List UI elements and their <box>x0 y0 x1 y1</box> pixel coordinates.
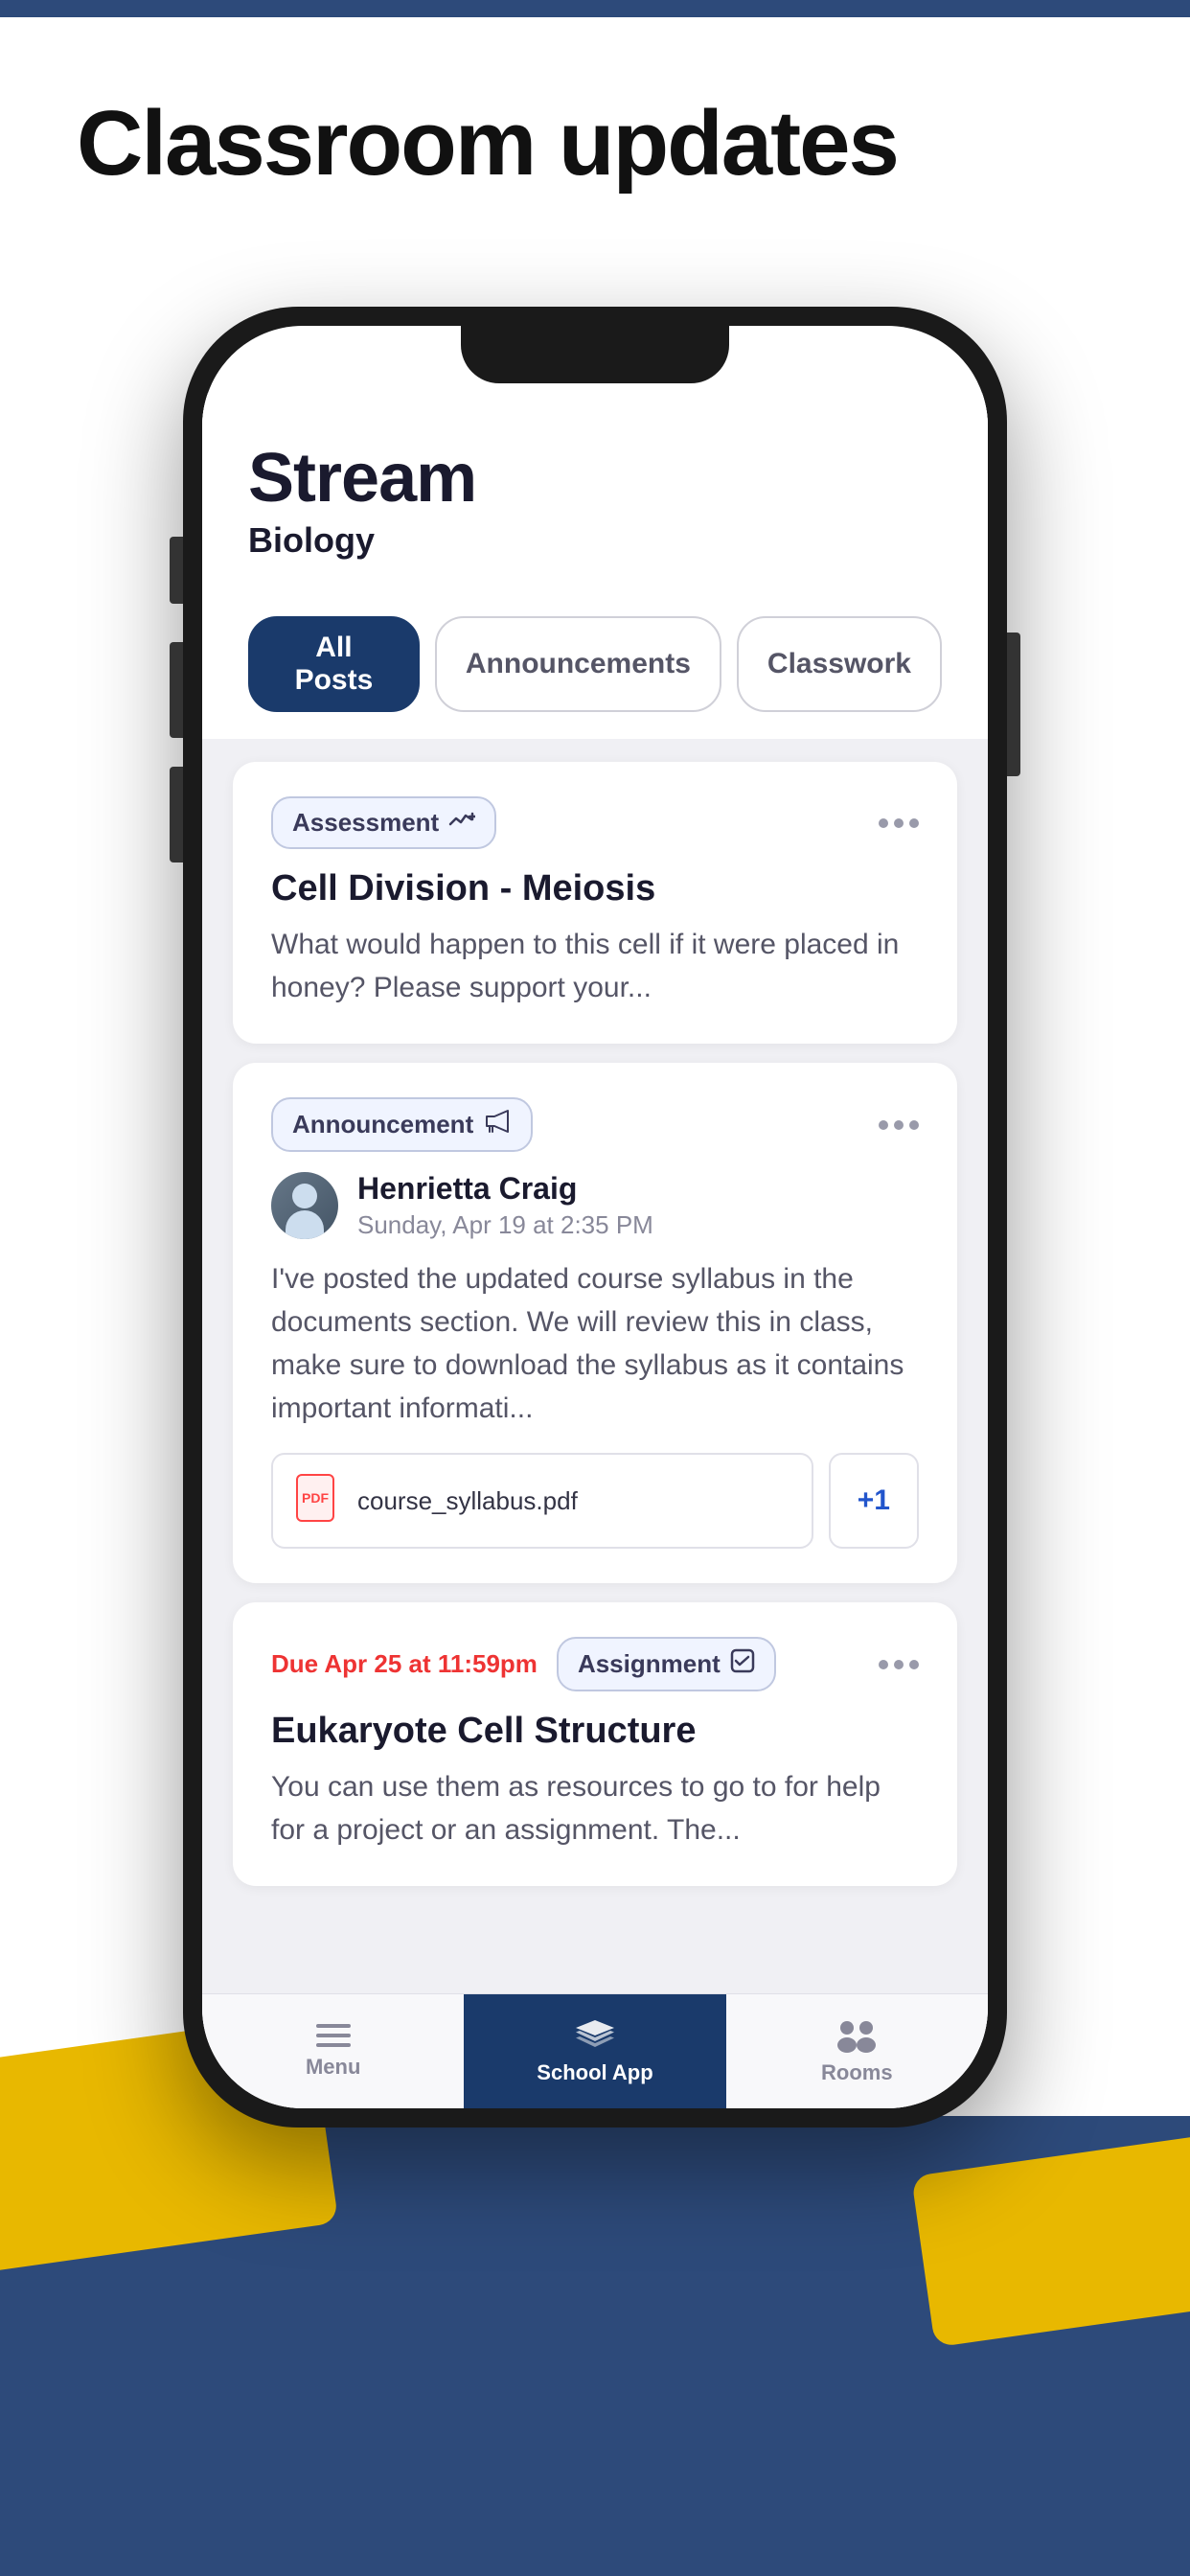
megaphone-icon <box>483 1109 512 1140</box>
assessment-tag: Assessment <box>271 796 496 849</box>
announcement-card[interactable]: Announcement <box>233 1063 957 1583</box>
nav-school-app[interactable]: School App <box>464 1994 725 2108</box>
assignment-tags: Due Apr 25 at 11:59pm Assignment <box>271 1637 776 1691</box>
stream-header: Stream Biology <box>202 393 988 589</box>
more-options-button-assign[interactable] <box>879 1660 919 1669</box>
author-name: Henrietta Craig <box>357 1171 653 1207</box>
assessment-card-body: What would happen to this cell if it wer… <box>271 923 919 1009</box>
assessment-card[interactable]: Assessment <box>233 762 957 1044</box>
nav-menu[interactable]: Menu <box>202 1994 464 2108</box>
announcement-header-row: Announcement <box>271 1097 919 1152</box>
bottom-nav: Menu School App <box>202 1993 988 2108</box>
dot-s2 <box>894 1660 904 1669</box>
dot-a2 <box>894 1120 904 1130</box>
menu-label: Menu <box>306 2055 360 2080</box>
power-button <box>1007 632 1020 776</box>
assignment-header-row: Due Apr 25 at 11:59pm Assignment <box>271 1637 919 1691</box>
top-bar <box>0 0 1190 17</box>
avatar-image <box>271 1172 338 1239</box>
rooms-label: Rooms <box>821 2060 893 2085</box>
attachment-file[interactable]: PDF course_syllabus.pdf <box>271 1453 813 1549</box>
bottom-background <box>0 2116 1190 2576</box>
hamburger-line-2 <box>316 2034 351 2037</box>
school-app-label: School App <box>537 2060 652 2085</box>
pdf-icon: PDF <box>296 1474 342 1528</box>
more-options-button[interactable] <box>879 818 919 828</box>
cards-area: Assessment <box>202 739 988 1909</box>
attachment-filename: course_syllabus.pdf <box>357 1486 578 1516</box>
filter-tabs: All Posts Announcements Classwork <box>202 589 988 739</box>
assignment-tag: Assignment <box>557 1637 776 1691</box>
announcement-body: I've posted the updated course syllabus … <box>271 1257 919 1430</box>
tab-announcements[interactable]: Announcements <box>435 616 721 712</box>
pdf-icon-body: PDF <box>296 1474 334 1522</box>
dot1 <box>879 818 888 828</box>
assignment-body: You can use them as resources to go to f… <box>271 1765 919 1852</box>
assignment-title: Eukaryote Cell Structure <box>271 1711 919 1752</box>
dot3 <box>909 818 919 828</box>
yellow-accent-right <box>911 2134 1190 2348</box>
stream-title: Stream <box>248 441 942 517</box>
assignment-tag-label: Assignment <box>578 1649 721 1679</box>
author-info: Henrietta Craig Sunday, Apr 19 at 2:35 P… <box>357 1171 653 1240</box>
page-title: Classroom updates <box>77 96 898 193</box>
more-options-button-ann[interactable] <box>879 1120 919 1130</box>
tab-all-posts[interactable]: All Posts <box>248 616 420 712</box>
screen-content: Stream Biology All Posts Announcements C… <box>202 393 988 2108</box>
phone-screen: Stream Biology All Posts Announcements C… <box>202 326 988 2108</box>
phone-body: Stream Biology All Posts Announcements C… <box>183 307 1007 2128</box>
school-app-icon <box>574 2018 616 2053</box>
volume-down-button <box>170 642 183 738</box>
announcement-tag: Announcement <box>271 1097 533 1152</box>
nav-rooms[interactable]: Rooms <box>726 1994 988 2108</box>
stream-subtitle: Biology <box>248 520 942 561</box>
assignment-card[interactable]: Due Apr 25 at 11:59pm Assignment <box>233 1602 957 1886</box>
rooms-icon <box>833 2018 881 2053</box>
assessment-card-title: Cell Division - Meiosis <box>271 868 919 909</box>
phone-mockup: Stream Biology All Posts Announcements C… <box>183 307 1007 2128</box>
hamburger-line-3 <box>316 2043 351 2047</box>
dot-s1 <box>879 1660 888 1669</box>
avatar <box>271 1172 338 1239</box>
announcement-tag-label: Announcement <box>292 1110 473 1139</box>
menu-icon <box>316 2024 351 2047</box>
dot-a1 <box>879 1120 888 1130</box>
phone-notch <box>461 326 729 383</box>
volume-up-button <box>170 537 183 604</box>
attachment-count[interactable]: +1 <box>829 1453 919 1549</box>
hamburger-line-1 <box>316 2024 351 2028</box>
due-date-label: Due Apr 25 at 11:59pm <box>271 1649 538 1679</box>
silent-button <box>170 767 183 862</box>
assessment-icon <box>448 810 475 837</box>
tag-label: Assessment <box>292 808 439 838</box>
author-date: Sunday, Apr 19 at 2:35 PM <box>357 1210 653 1240</box>
checkbox-icon <box>730 1648 755 1680</box>
author-row: Henrietta Craig Sunday, Apr 19 at 2:35 P… <box>271 1171 919 1240</box>
attachment-row: PDF course_syllabus.pdf +1 <box>271 1453 919 1549</box>
card-header-row: Assessment <box>271 796 919 849</box>
dot-a3 <box>909 1120 919 1130</box>
tab-classwork[interactable]: Classwork <box>737 616 942 712</box>
dot-s3 <box>909 1660 919 1669</box>
dot2 <box>894 818 904 828</box>
scroll-area: Stream Biology All Posts Announcements C… <box>202 393 988 1993</box>
